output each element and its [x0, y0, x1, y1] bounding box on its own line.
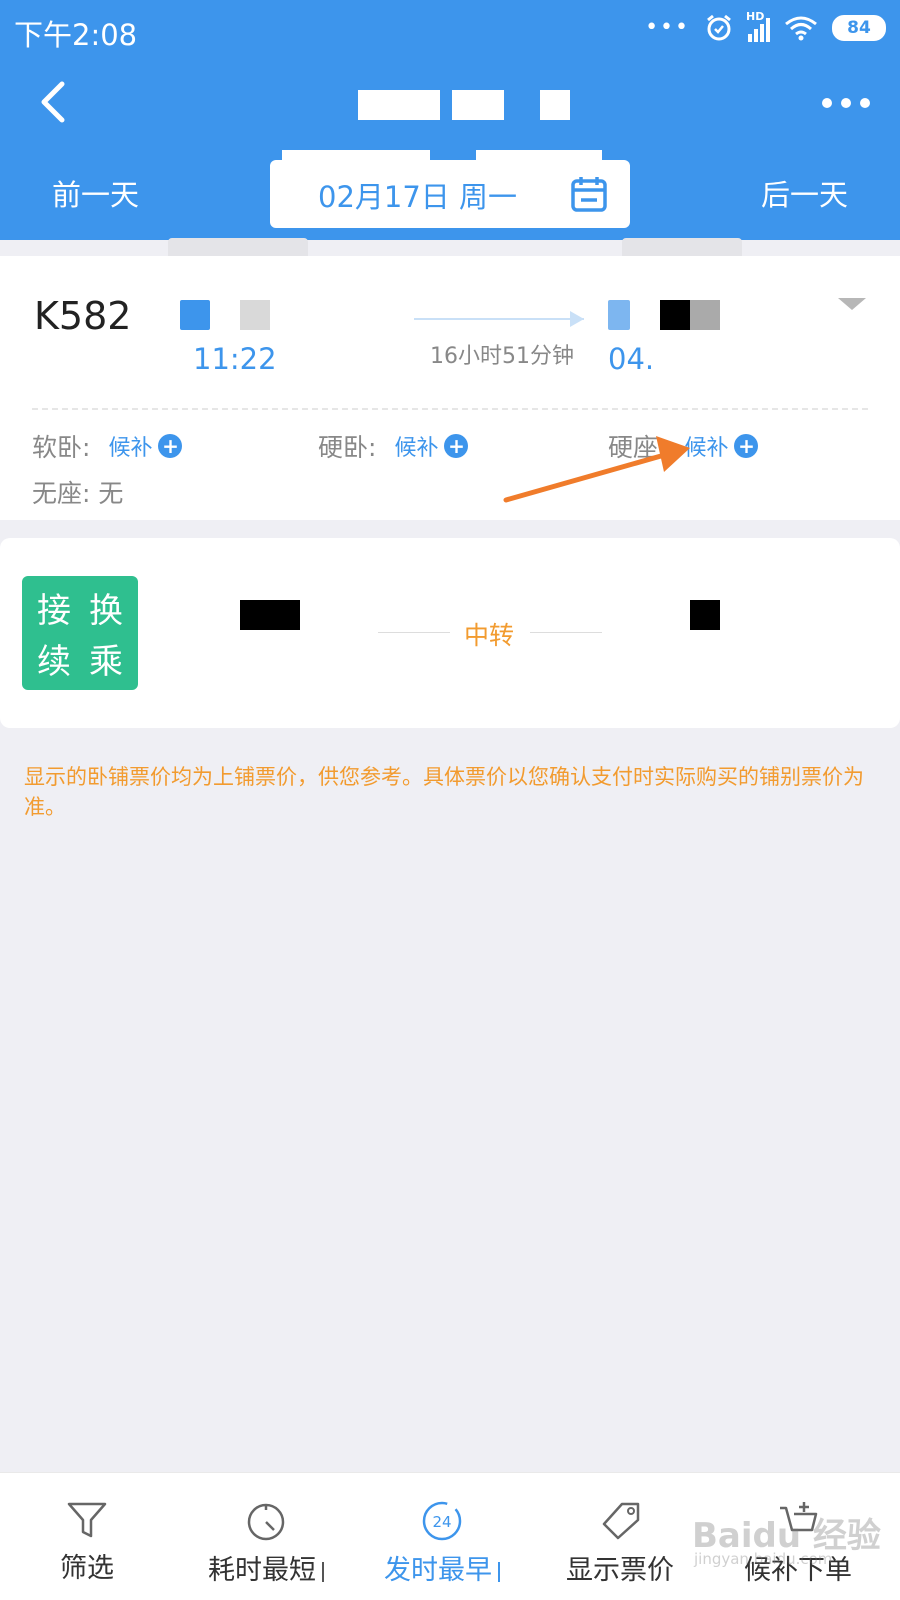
badge-char: 乘 [89, 642, 123, 682]
redacted-arrival-station [660, 300, 690, 330]
price-notice: 显示的卧铺票价均为上铺票价，供您参考。具体票价以您确认支付时实际购买的铺别票价为… [24, 765, 864, 819]
badge-char: 续 [37, 642, 71, 682]
next-day-button[interactable]: 后一天 [761, 172, 848, 214]
waitlist-button[interactable]: 候补 + [684, 430, 759, 462]
seat-soft-sleeper: 软卧: 候补 + [32, 428, 183, 464]
svg-text:24: 24 [432, 1513, 451, 1531]
watermark-url: jingyan.baidu.com [694, 1550, 833, 1568]
stopwatch-icon [247, 1503, 285, 1541]
waitlist-button[interactable]: 候补 + [394, 430, 469, 462]
departure-time: 11:22 [193, 342, 277, 376]
more-notifications-icon: ••• [645, 15, 690, 40]
tab-label: 发时最早 [384, 1548, 500, 1587]
train-card[interactable] [0, 256, 900, 520]
plus-circle-icon: + [158, 434, 183, 458]
expand-caret-icon[interactable] [838, 298, 866, 310]
trip-duration: 16小时51分钟 [430, 344, 574, 369]
tab-label-text: 耗时最短 [208, 1555, 316, 1586]
tab-filter[interactable]: 筛选 [60, 1500, 114, 1585]
signal-icon: HD [746, 10, 770, 42]
waitlist-button[interactable]: 候补 + [108, 430, 183, 462]
train-number: K582 [34, 294, 132, 338]
seat-type-label: 硬座: [608, 433, 667, 462]
seat-hard-seat: 硬座: 候补 + [608, 428, 759, 464]
tab-show-price[interactable]: 显示票价 [566, 1500, 674, 1587]
tab-label-text: 发时最早 [384, 1555, 492, 1586]
plus-circle-icon: + [734, 434, 759, 458]
clock-24-icon: 24 [422, 1501, 462, 1541]
seat-type-label: 软卧: [32, 433, 91, 462]
redacted-end-station [690, 600, 720, 630]
waitlist-label: 候补 [394, 436, 439, 461]
seat-type-label: 硬卧: [318, 433, 377, 462]
tab-label: 筛选 [60, 1553, 114, 1584]
sort-indicator-icon [322, 1561, 324, 1582]
redacted-title [452, 90, 504, 120]
tab-label: 耗时最短 [208, 1548, 324, 1587]
route-arrow-head [570, 311, 584, 327]
battery-icon: 84 [832, 15, 886, 41]
waitlist-label: 候补 [684, 436, 729, 461]
arrival-station-badge [608, 300, 630, 330]
chevron-left-icon [41, 81, 65, 123]
signal-label: HD [746, 10, 765, 23]
divider [32, 408, 868, 410]
divider [378, 632, 450, 633]
selected-date: 02月17日 周一 [318, 180, 518, 214]
tab-label: 显示票价 [566, 1555, 674, 1586]
seat-hard-sleeper: 硬卧: 候补 + [318, 428, 469, 464]
status-time: 下午2:08 [14, 18, 138, 52]
waitlist-label: 候补 [108, 436, 153, 461]
battery-level: 84 [847, 18, 871, 38]
more-options-button[interactable] [810, 88, 870, 118]
back-button[interactable] [30, 78, 80, 128]
wifi-icon [785, 16, 817, 41]
sort-indicator-icon [498, 1561, 500, 1582]
redacted-start-station [240, 600, 300, 630]
redacted-arrival-station [690, 300, 720, 330]
price-tag-icon [602, 1502, 640, 1540]
filter-icon [67, 1502, 107, 1538]
redacted-title [358, 90, 440, 120]
no-seat-info: 无座: 无 [32, 479, 124, 508]
alarm-icon [707, 14, 731, 41]
redacted-departure-station [240, 300, 270, 330]
prev-day-button[interactable]: 前一天 [52, 172, 139, 214]
transfer-badge[interactable]: 接 换 续 乘 [22, 576, 138, 690]
badge-char: 换 [89, 591, 123, 631]
date-selector[interactable]: 02月17日 周一 [270, 160, 630, 228]
route-arrow [414, 318, 584, 320]
calendar-icon [571, 177, 607, 212]
tab-earliest-departure[interactable]: 24 发时最早 [384, 1500, 500, 1587]
redacted-title [540, 90, 570, 120]
status-icons: ••• HD 84 [645, 10, 886, 46]
header-bar: 下午2:08 ••• HD 84 前一天 后一天 02月17日 周一 [0, 0, 900, 240]
divider [530, 632, 602, 633]
transfer-label: 中转 [464, 621, 515, 650]
plus-circle-icon: + [444, 434, 469, 458]
badge-char: 接 [37, 591, 71, 631]
departure-station-badge [180, 300, 210, 330]
arrival-time: 04. [608, 342, 655, 376]
tab-shortest-duration[interactable]: 耗时最短 [208, 1500, 324, 1587]
